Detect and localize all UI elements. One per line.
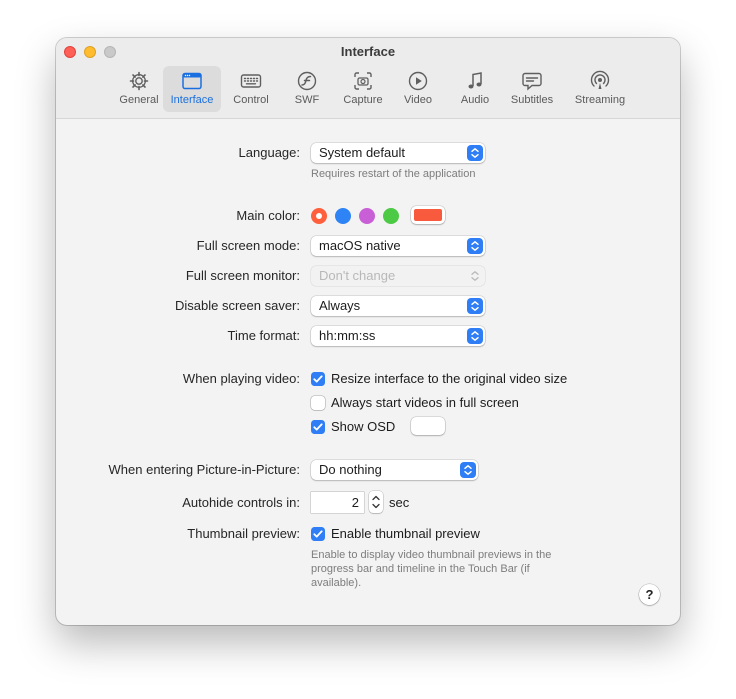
full-screen-monitor-label: Full screen monitor:: [185, 268, 300, 283]
start-fullscreen-label[interactable]: Always start videos in full screen: [331, 395, 519, 410]
gear-icon: [129, 71, 149, 91]
show-osd-checkbox[interactable]: [311, 420, 325, 434]
autohide-seconds-field[interactable]: 2: [311, 492, 364, 513]
play-icon: [408, 71, 428, 91]
window-icon: [182, 72, 202, 90]
toolbar: Interface General Interface Control SWF …: [56, 38, 680, 119]
language-popup[interactable]: System default: [311, 143, 485, 163]
tab-subtitles[interactable]: Subtitles: [503, 66, 561, 112]
time-format-label: Time format:: [227, 328, 300, 343]
keyboard-icon: [240, 74, 262, 88]
popup-arrows-icon: [467, 328, 483, 344]
pip-value: Do nothing: [319, 462, 382, 477]
full-screen-mode-popup[interactable]: macOS native: [311, 236, 485, 256]
color-option-green[interactable]: [383, 208, 399, 224]
tab-video[interactable]: Video: [389, 66, 447, 112]
tab-label: Video: [404, 94, 432, 106]
music-note-icon: [468, 72, 482, 89]
popup-arrows-icon: [460, 462, 476, 478]
disable-screen-saver-popup[interactable]: Always: [311, 296, 485, 316]
tab-audio[interactable]: Audio: [446, 66, 504, 112]
thumbnail-preview-checkbox[interactable]: [311, 527, 325, 541]
tab-label: Capture: [343, 94, 383, 106]
broadcast-icon: [590, 70, 610, 89]
tab-interface[interactable]: Interface: [163, 66, 221, 112]
popup-arrows-icon: [467, 238, 483, 254]
speech-bubble-icon: [522, 72, 542, 91]
osd-color-well[interactable]: [411, 417, 445, 435]
interface-settings-pane: Language: System default Requires restar…: [56, 119, 680, 625]
thumbnail-hint-line: available).: [311, 577, 362, 589]
disable-screen-saver-label: Disable screen saver:: [175, 298, 300, 313]
when-playing-video-label: When playing video:: [182, 371, 300, 386]
time-format-popup[interactable]: hh:mm:ss: [311, 326, 485, 346]
start-fullscreen-checkbox[interactable]: [311, 396, 325, 410]
color-option-blue[interactable]: [335, 208, 351, 224]
language-label: Language:: [238, 145, 300, 160]
checkmark-icon: [313, 375, 323, 383]
autohide-stepper[interactable]: [369, 491, 383, 513]
thumbnail-preview-label: Thumbnail preview:: [187, 526, 300, 541]
popup-arrows-icon: [467, 298, 483, 314]
tab-label: Subtitles: [510, 94, 554, 106]
thumbnail-hint-line: progress bar and timeline in the Touch B…: [311, 563, 530, 575]
tab-label: Interface: [170, 94, 214, 106]
full-screen-mode-label: Full screen mode:: [196, 238, 300, 253]
tab-control[interactable]: Control: [222, 66, 280, 112]
full-screen-monitor-popup[interactable]: Don't change: [311, 266, 485, 286]
stepper-arrows-icon: [372, 495, 380, 509]
tab-swf[interactable]: SWF: [278, 66, 336, 112]
autohide-unit: sec: [389, 495, 410, 510]
tab-label: General: [119, 94, 159, 106]
popup-arrows-icon: [467, 145, 483, 161]
full-screen-monitor-value: Don't change: [319, 268, 396, 283]
camera-icon: [354, 72, 372, 90]
disable-screen-saver-value: Always: [319, 298, 361, 313]
help-button[interactable]: ?: [639, 584, 660, 605]
preferences-window: Interface General Interface Control SWF …: [56, 38, 680, 625]
show-osd-label[interactable]: Show OSD: [331, 419, 395, 434]
tab-label: Control: [233, 94, 269, 106]
resize-interface-checkbox[interactable]: [311, 372, 325, 386]
checkmark-icon: [313, 530, 323, 538]
tab-label: Audio: [460, 94, 490, 106]
language-hint: Requires restart of the application: [311, 168, 476, 180]
main-color-well[interactable]: [411, 206, 445, 224]
language-value: System default: [319, 145, 405, 160]
tab-label: SWF: [294, 94, 320, 106]
checkmark-icon: [313, 423, 323, 431]
main-color-label: Main color:: [236, 208, 300, 223]
autohide-label: Autohide controls in:: [182, 495, 300, 510]
main-color-swatch: [414, 209, 442, 221]
pip-popup[interactable]: Do nothing: [311, 460, 478, 480]
flash-icon: [297, 71, 317, 91]
pip-label: When entering Picture-in-Picture:: [108, 462, 300, 477]
osd-color-swatch: [414, 420, 442, 432]
thumbnail-preview-checkbox-label[interactable]: Enable thumbnail preview: [331, 526, 480, 541]
tab-general[interactable]: General: [110, 66, 168, 112]
tab-streaming[interactable]: Streaming: [565, 66, 635, 112]
resize-interface-label[interactable]: Resize interface to the original video s…: [331, 371, 567, 386]
thumbnail-hint-line: Enable to display video thumbnail previe…: [311, 549, 552, 561]
color-option-purple[interactable]: [359, 208, 375, 224]
popup-arrows-icon: [467, 268, 483, 284]
full-screen-mode-value: macOS native: [319, 238, 401, 253]
window-title: Interface: [340, 44, 396, 59]
color-option-orange[interactable]: [311, 208, 327, 224]
time-format-value: hh:mm:ss: [319, 328, 376, 343]
tab-capture[interactable]: Capture: [334, 66, 392, 112]
tab-label: Streaming: [574, 94, 626, 106]
